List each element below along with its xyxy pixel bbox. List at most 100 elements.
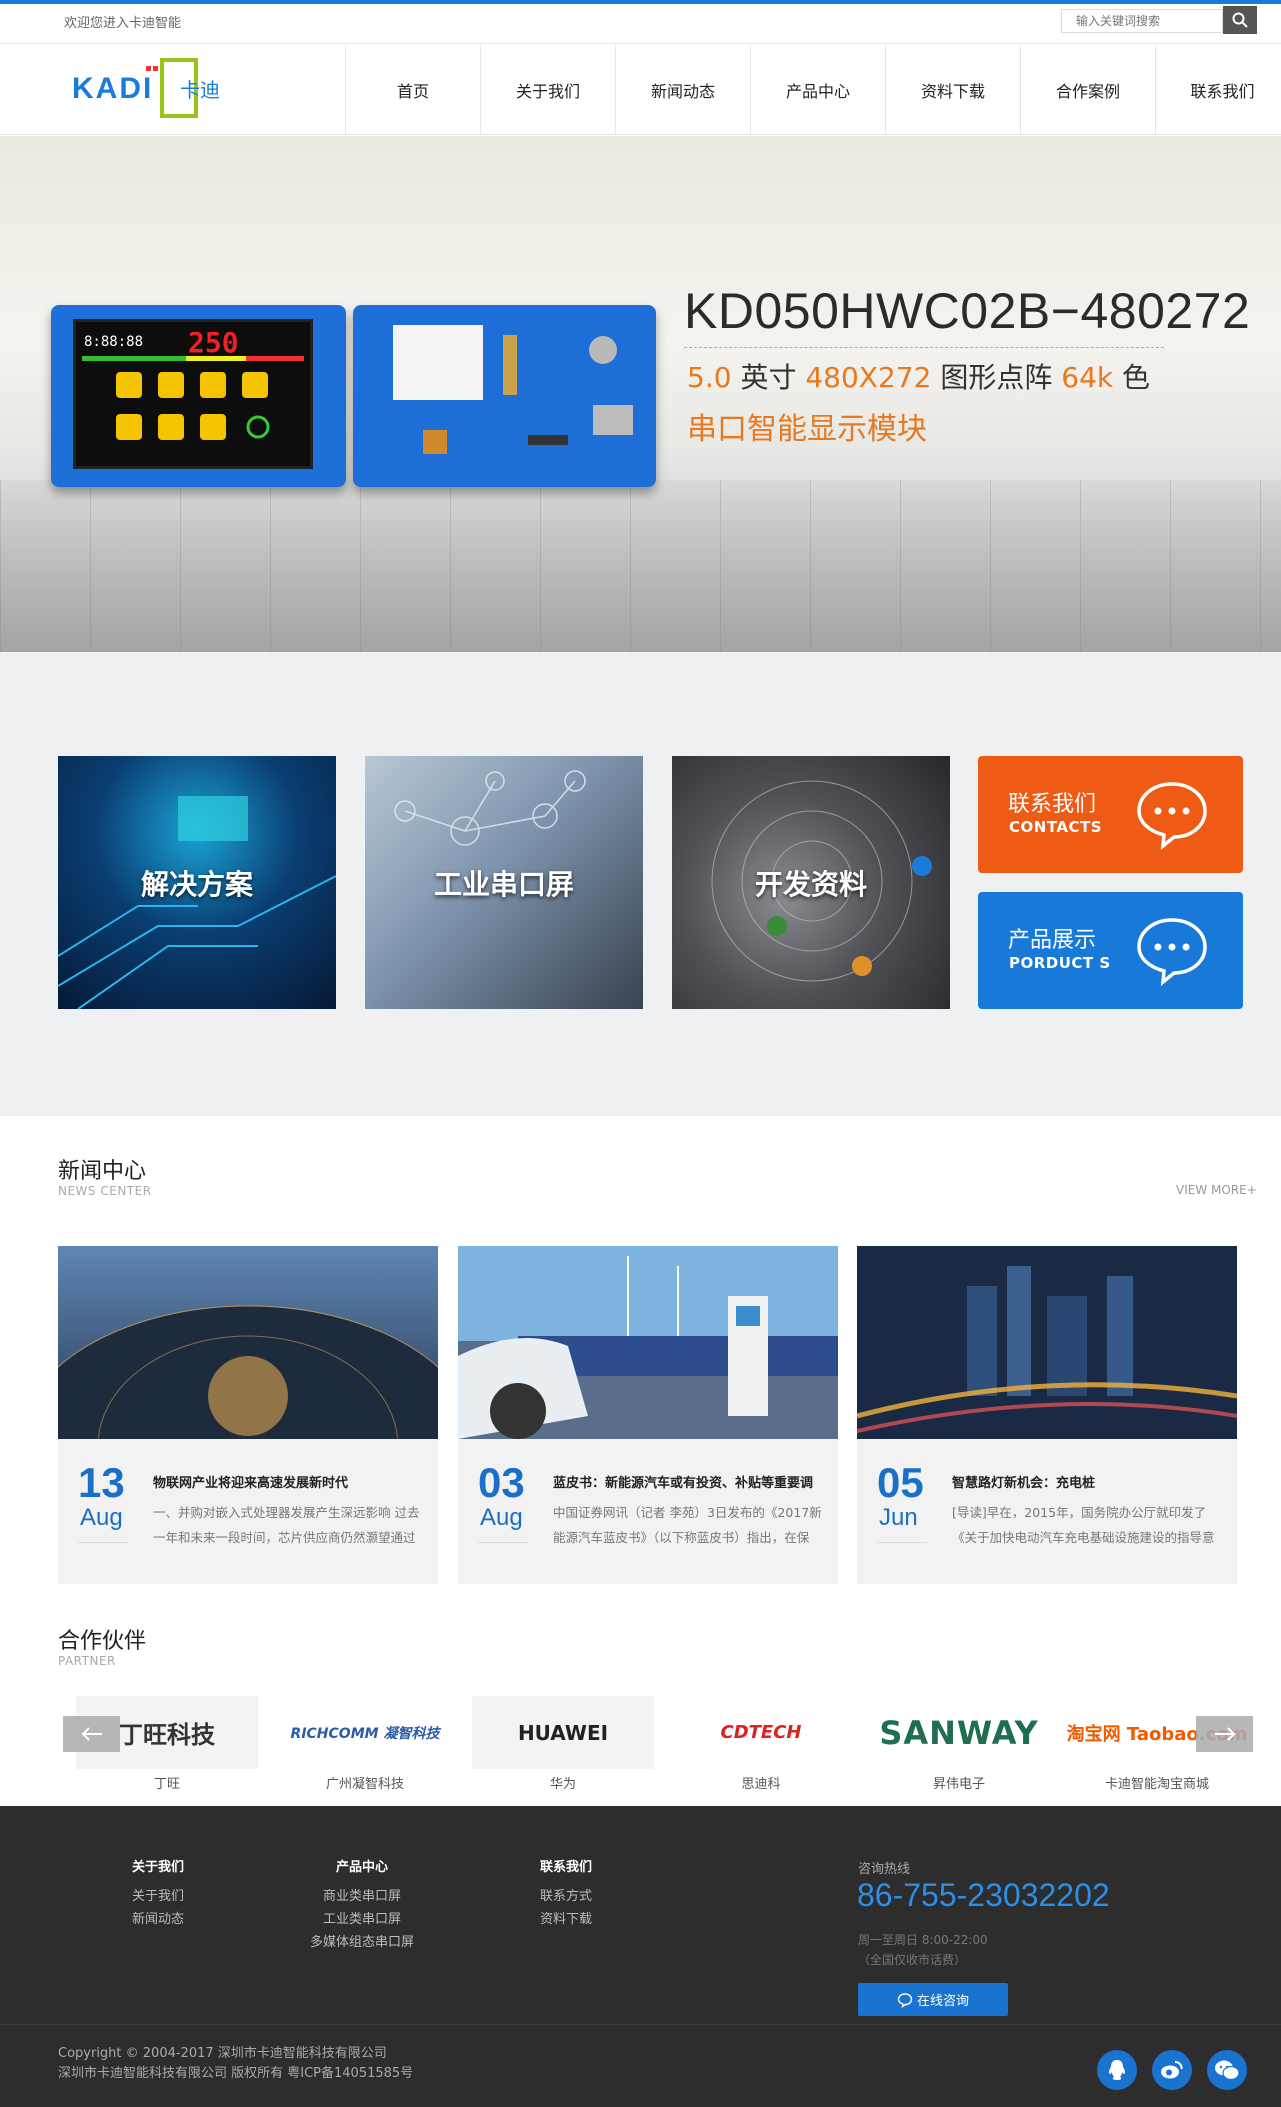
footer-col-about: 关于我们 关于我们 新闻动态 bbox=[83, 1856, 233, 1931]
arrow-left-icon bbox=[81, 1727, 102, 1741]
footer-link[interactable]: 商业类串口屏 bbox=[287, 1885, 437, 1908]
footer-heading[interactable]: 联系我们 bbox=[491, 1856, 641, 1879]
news-day: 03 bbox=[478, 1459, 525, 1506]
search-input[interactable] bbox=[1061, 9, 1223, 33]
news-title[interactable]: 智慧路灯新机会：充电桩 bbox=[952, 1472, 1224, 1491]
online-consult-label: 在线咨询 bbox=[916, 1994, 969, 2009]
pcb-board-icon bbox=[393, 325, 633, 454]
wechat-button[interactable] bbox=[1207, 2050, 1247, 2090]
contact-card-sub: CONTACTS bbox=[1009, 818, 1103, 836]
partner-section-subtitle: PARTNER bbox=[58, 1654, 116, 1668]
footer-link[interactable]: 工业类串口屏 bbox=[287, 1908, 437, 1931]
nav-about[interactable]: 关于我们 bbox=[480, 45, 615, 135]
main-nav: 首页 关于我们 新闻动态 产品中心 资料下载 合作案例 联系我们 bbox=[345, 45, 1281, 135]
banner-floor bbox=[0, 480, 1281, 652]
weibo-button[interactable] bbox=[1152, 2050, 1192, 2090]
service-hours: 周一至周日 8:00-22:00 （全国仅收市话费） bbox=[858, 1930, 988, 1970]
search-button[interactable] bbox=[1223, 6, 1257, 34]
nav-news[interactable]: 新闻动态 bbox=[615, 45, 750, 135]
online-consult-button[interactable]: 在线咨询 bbox=[858, 1983, 1008, 2016]
footer-link[interactable]: 新闻动态 bbox=[83, 1908, 233, 1931]
copyright: Copyright © 2004-2017 深圳市卡迪智能科技有限公司 深圳市卡… bbox=[58, 2044, 413, 2084]
partner-item[interactable]: SANWAY 昇伟电子 bbox=[868, 1696, 1050, 1792]
wechat-icon bbox=[1215, 2060, 1240, 2081]
product-card-sub: PORDUCT S bbox=[1009, 954, 1111, 972]
search-icon bbox=[1232, 12, 1248, 28]
tile-industrial-screen[interactable]: 工业串口屏 bbox=[365, 756, 643, 1009]
partner-name: 卡迪智能淘宝商城 bbox=[1104, 1777, 1209, 1792]
spec-colors-unit: 色 bbox=[1122, 361, 1151, 394]
news-card[interactable]: 03 Aug 蓝皮书：新能源汽车或有投资、补贴等重要调 中国证券网讯（记者 李苑… bbox=[458, 1246, 838, 1584]
banner-divider bbox=[684, 347, 1164, 348]
news-date-divider bbox=[877, 1542, 927, 1543]
news-month: Aug bbox=[480, 1504, 523, 1531]
lcd-module-back-image bbox=[353, 305, 656, 487]
arrow-right-icon bbox=[1214, 1727, 1235, 1741]
nav-products[interactable]: 产品中心 bbox=[750, 45, 885, 135]
news-month: Jun bbox=[879, 1504, 918, 1531]
news-day: 05 bbox=[877, 1459, 924, 1506]
spec-resolution: 480X272 bbox=[805, 361, 932, 394]
partner-item[interactable]: HUAWEI 华为 bbox=[472, 1696, 654, 1792]
news-date-divider bbox=[78, 1542, 128, 1543]
tile-industrial-label: 工业串口屏 bbox=[433, 867, 574, 901]
partner-name: 思迪科 bbox=[741, 1777, 781, 1792]
partner-logo: SANWAY bbox=[868, 1696, 1050, 1769]
banner-spec-line: 5.0 英寸 480X272 图形点阵 64k 色 bbox=[687, 356, 1150, 396]
footer-link[interactable]: 多媒体组态串口屏 bbox=[287, 1931, 437, 1954]
news-excerpt: 一、并购对嵌入式处理器发展产生深远影响 过去一年和未来一段时间，芯片供应商仍然灏… bbox=[153, 1505, 420, 1545]
banner-title: KD050HWC02B−480272 bbox=[684, 283, 1251, 339]
news-excerpt: [导读]早在，2015年，国务院办公厅就印发了《关于加快电动汽车充电基础设施建设… bbox=[952, 1505, 1215, 1545]
welcome-text: 欢迎您进入卡迪智能 bbox=[64, 16, 182, 31]
product-card-title: 产品展示 bbox=[1008, 928, 1097, 953]
contact-card[interactable]: 联系我们 CONTACTS bbox=[978, 756, 1243, 873]
footer-link[interactable]: 资料下载 bbox=[491, 1908, 641, 1931]
partner-logo: CDTECH bbox=[670, 1696, 852, 1769]
news-card[interactable]: 13 Aug 物联网产业将迎来高速发展新时代 一、并购对嵌入式处理器发展产生深远… bbox=[58, 1246, 438, 1584]
nav-contact[interactable]: 联系我们 bbox=[1155, 45, 1281, 135]
news-image-globe bbox=[58, 1246, 438, 1439]
weibo-icon bbox=[1161, 2061, 1183, 2079]
view-more-link[interactable]: VIEW MORE+ bbox=[1176, 1183, 1257, 1197]
partner-item[interactable]: CDTECH 思迪科 bbox=[670, 1696, 852, 1792]
kadi-logo-icon: KADI 卡迪 bbox=[72, 58, 220, 118]
footer-link[interactable]: 联系方式 bbox=[491, 1885, 641, 1908]
partner-logo: RICHCOMM 凝智科技 bbox=[274, 1696, 456, 1769]
carousel-prev-button[interactable] bbox=[63, 1716, 120, 1752]
spec-size-unit: 英寸 bbox=[740, 361, 797, 394]
qq-icon bbox=[1108, 2060, 1126, 2080]
news-section-subtitle: NEWS CENTER bbox=[58, 1184, 152, 1198]
footer-heading[interactable]: 产品中心 bbox=[287, 1856, 437, 1879]
qq-button[interactable] bbox=[1097, 2050, 1137, 2090]
carousel-next-button[interactable] bbox=[1196, 1716, 1253, 1752]
partner-name: 昇伟电子 bbox=[932, 1777, 985, 1792]
partner-carousel: 丁旺科技 丁旺 RICHCOMM 凝智科技 广州凝智科技 HUAWEI 华为 C… bbox=[58, 1696, 1248, 1792]
svg-text:卡迪: 卡迪 bbox=[180, 78, 220, 102]
tile-dev-docs[interactable]: 开发资料 bbox=[672, 756, 950, 1009]
news-card[interactable]: 05 Jun 智慧路灯新机会：充电桩 [导读]早在，2015年，国务院办公厅就印… bbox=[857, 1246, 1237, 1584]
nav-downloads[interactable]: 资料下载 bbox=[885, 45, 1020, 135]
footer-link[interactable]: 关于我们 bbox=[83, 1885, 233, 1908]
hotline-label: 咨询热线 bbox=[858, 1862, 911, 1877]
footer-col-products: 产品中心 商业类串口屏 工业类串口屏 多媒体组态串口屏 bbox=[287, 1856, 437, 1954]
svg-text:8:88:88: 8:88:88 bbox=[84, 334, 143, 350]
chat-bubble-icon bbox=[1137, 918, 1207, 986]
partner-name: 华为 bbox=[549, 1777, 576, 1792]
site-logo[interactable]: KADI 卡迪 bbox=[70, 56, 230, 120]
tile-dev-docs-label: 开发资料 bbox=[754, 867, 867, 901]
tile-solutions[interactable]: 解决方案 bbox=[58, 756, 336, 1009]
news-day: 13 bbox=[78, 1459, 125, 1506]
partner-item[interactable]: RICHCOMM 凝智科技 广州凝智科技 bbox=[274, 1696, 456, 1792]
copyright-line: Copyright © 2004-2017 深圳市卡迪智能科技有限公司 bbox=[58, 2046, 387, 2061]
partner-logo: HUAWEI bbox=[472, 1696, 654, 1769]
nav-cases[interactable]: 合作案例 bbox=[1020, 45, 1155, 135]
spec-size: 5.0 bbox=[687, 361, 732, 394]
news-title[interactable]: 物联网产业将迎来高速发展新时代 bbox=[153, 1472, 425, 1491]
news-title[interactable]: 蓝皮书：新能源汽车或有投资、补贴等重要调 bbox=[553, 1472, 825, 1491]
nav-home[interactable]: 首页 bbox=[345, 45, 480, 135]
product-card[interactable]: 产品展示 PORDUCT S bbox=[978, 892, 1243, 1009]
lcd-module-front-image: 8:88:88 250 bbox=[51, 305, 346, 487]
footer-heading[interactable]: 关于我们 bbox=[83, 1856, 233, 1879]
news-date-divider bbox=[478, 1542, 528, 1543]
news-image-ev-charger bbox=[458, 1246, 838, 1439]
